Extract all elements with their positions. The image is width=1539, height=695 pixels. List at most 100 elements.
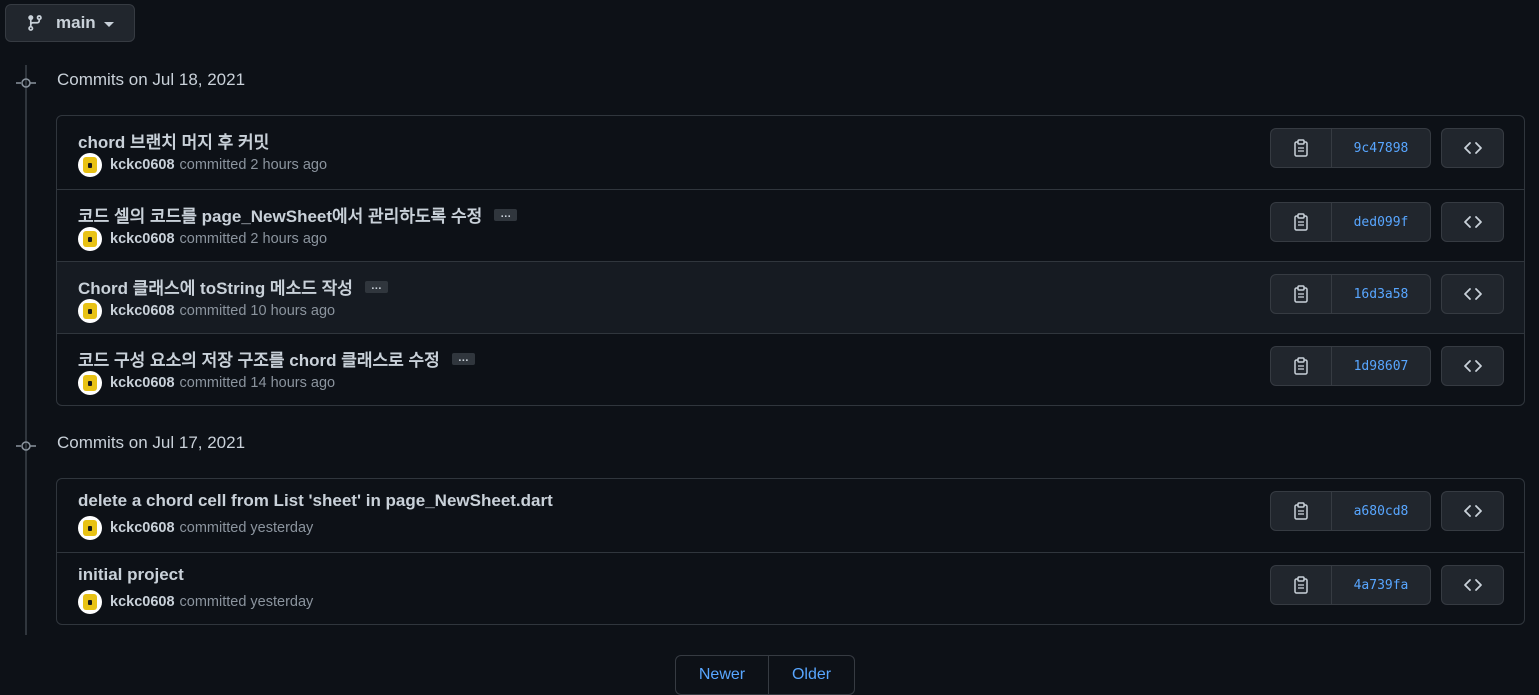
- older-button[interactable]: Older: [769, 655, 855, 695]
- branch-select-button[interactable]: main: [5, 4, 135, 42]
- browse-repo-button[interactable]: [1441, 128, 1504, 168]
- expand-message-button[interactable]: …: [364, 280, 388, 293]
- commit-actions: 16d3a58: [1270, 274, 1504, 314]
- author-link[interactable]: kckc0608: [110, 520, 175, 536]
- author-link[interactable]: kckc0608: [110, 231, 175, 247]
- commit-message-link[interactable]: 코드 셀의 코드를 page_NewSheet에서 관리하도록 수정: [78, 202, 482, 227]
- commit-meta: kckc0608 committed 14 hours ago: [78, 371, 335, 395]
- commit-message-link[interactable]: chord 브랜치 머지 후 커밋: [78, 128, 269, 153]
- clipboard-icon: [1293, 576, 1309, 594]
- author-link[interactable]: kckc0608: [110, 375, 175, 391]
- commit-row: Chord 클래스에 toString 메소드 작성 … kckc0608 commi…: [57, 261, 1524, 333]
- commit-actions: 1d98607: [1270, 346, 1504, 386]
- commit-sha-link[interactable]: a680cd8: [1332, 491, 1431, 531]
- browse-repo-button[interactable]: [1441, 565, 1504, 605]
- author-link[interactable]: kckc0608: [110, 303, 175, 319]
- commit-message-link[interactable]: initial project: [78, 565, 184, 585]
- avatar[interactable]: [78, 371, 102, 395]
- copy-sha-button[interactable]: [1270, 565, 1332, 605]
- commit-time: committed yesterday: [179, 520, 314, 536]
- avatar[interactable]: [78, 227, 102, 251]
- commit-message-link[interactable]: delete a chord cell from List 'sheet' in…: [78, 491, 553, 511]
- commit-group-title: Commits on Jul 18, 2021: [57, 70, 246, 89]
- commit-message: Chord 클래스에 toString 메소드 작성 …: [78, 274, 388, 299]
- commit-actions: ded099f: [1270, 202, 1504, 242]
- commit-message: delete a chord cell from List 'sheet' in…: [78, 491, 553, 511]
- code-icon: [1463, 578, 1483, 592]
- clipboard-icon: [1293, 357, 1309, 375]
- code-icon: [1463, 215, 1483, 229]
- caret-down-icon: [103, 21, 114, 27]
- lock-icon: [83, 231, 97, 247]
- commit-time: committed 10 hours ago: [179, 303, 336, 319]
- avatar[interactable]: [78, 516, 102, 540]
- commit-meta: kckc0608 committed 10 hours ago: [78, 299, 335, 323]
- lock-icon: [83, 520, 97, 536]
- git-commit-icon: [16, 439, 36, 453]
- commit-list: delete a chord cell from List 'sheet' in…: [56, 478, 1525, 625]
- commit-message-link[interactable]: Chord 클래스에 toString 메소드 작성: [78, 274, 353, 299]
- commit-actions: 4a739fa: [1270, 565, 1504, 605]
- avatar[interactable]: [78, 153, 102, 177]
- commit-group-title: Commits on Jul 17, 2021: [57, 433, 246, 452]
- commit-row: delete a chord cell from List 'sheet' in…: [57, 479, 1524, 552]
- copy-sha-button[interactable]: [1270, 491, 1332, 531]
- commit-row: 코드 구성 요소의 저장 구조를 chord 클래스로 수정 … kckc0608 c…: [57, 333, 1524, 405]
- commit-meta: kckc0608 committed yesterday: [78, 516, 313, 540]
- code-icon: [1463, 287, 1483, 301]
- commit-sha-link[interactable]: 16d3a58: [1332, 274, 1431, 314]
- commit-actions: 9c47898: [1270, 128, 1504, 168]
- copy-sha-button[interactable]: [1270, 202, 1332, 242]
- branch-label: main: [56, 13, 96, 32]
- newer-button[interactable]: Newer: [675, 655, 769, 695]
- expand-message-button[interactable]: …: [494, 208, 518, 221]
- commit-time: committed 2 hours ago: [179, 157, 328, 173]
- commit-message-link[interactable]: 코드 구성 요소의 저장 구조를 chord 클래스로 수정: [78, 346, 440, 371]
- copy-sha-button[interactable]: [1270, 128, 1332, 168]
- commit-row: initial project kckc0608 committed yesterd…: [57, 552, 1524, 624]
- browse-repo-button[interactable]: [1441, 274, 1504, 314]
- commit-list: chord 브랜치 머지 후 커밋 kckc0608 committed 2 hou…: [56, 115, 1525, 406]
- commit-sha-link[interactable]: 4a739fa: [1332, 565, 1431, 605]
- git-commit-icon: [16, 76, 36, 90]
- commit-meta: kckc0608 committed 2 hours ago: [78, 227, 327, 251]
- avatar[interactable]: [78, 299, 102, 323]
- browse-repo-button[interactable]: [1441, 491, 1504, 531]
- copy-sha-button[interactable]: [1270, 346, 1332, 386]
- commit-actions: a680cd8: [1270, 491, 1504, 531]
- expand-message-button[interactable]: …: [451, 352, 475, 365]
- commit-message: 코드 구성 요소의 저장 구조를 chord 클래스로 수정 …: [78, 346, 475, 371]
- clipboard-icon: [1293, 139, 1309, 157]
- commit-time: committed 14 hours ago: [179, 375, 336, 391]
- copy-sha-button[interactable]: [1270, 274, 1332, 314]
- clipboard-icon: [1293, 502, 1309, 520]
- commit-message: 코드 셀의 코드를 page_NewSheet에서 관리하도록 수정 …: [78, 202, 518, 227]
- commit-sha-link[interactable]: 9c47898: [1332, 128, 1431, 168]
- author-link[interactable]: kckc0608: [110, 157, 175, 173]
- code-icon: [1463, 359, 1483, 373]
- pagination: Newer Older: [675, 655, 855, 695]
- code-icon: [1463, 141, 1483, 155]
- browse-repo-button[interactable]: [1441, 202, 1504, 242]
- lock-icon: [83, 594, 97, 610]
- clipboard-icon: [1293, 285, 1309, 303]
- lock-icon: [83, 375, 97, 391]
- commit-time: committed 2 hours ago: [179, 231, 328, 247]
- avatar[interactable]: [78, 590, 102, 614]
- commit-message: initial project: [78, 565, 184, 585]
- author-link[interactable]: kckc0608: [110, 594, 175, 610]
- commit-time: committed yesterday: [179, 594, 314, 610]
- commit-meta: kckc0608 committed 2 hours ago: [78, 153, 327, 177]
- browse-repo-button[interactable]: [1441, 346, 1504, 386]
- commit-sha-link[interactable]: ded099f: [1332, 202, 1431, 242]
- code-icon: [1463, 504, 1483, 518]
- lock-icon: [83, 303, 97, 319]
- commit-message: chord 브랜치 머지 후 커밋: [78, 128, 269, 153]
- timeline-line: [25, 65, 27, 635]
- commit-row: chord 브랜치 머지 후 커밋 kckc0608 committed 2 hou…: [57, 116, 1524, 189]
- commit-meta: kckc0608 committed yesterday: [78, 590, 313, 614]
- commit-sha-link[interactable]: 1d98607: [1332, 346, 1431, 386]
- git-branch-icon: [26, 14, 44, 32]
- commit-row: 코드 셀의 코드를 page_NewSheet에서 관리하도록 수정 … kckc0…: [57, 189, 1524, 261]
- lock-icon: [83, 157, 97, 173]
